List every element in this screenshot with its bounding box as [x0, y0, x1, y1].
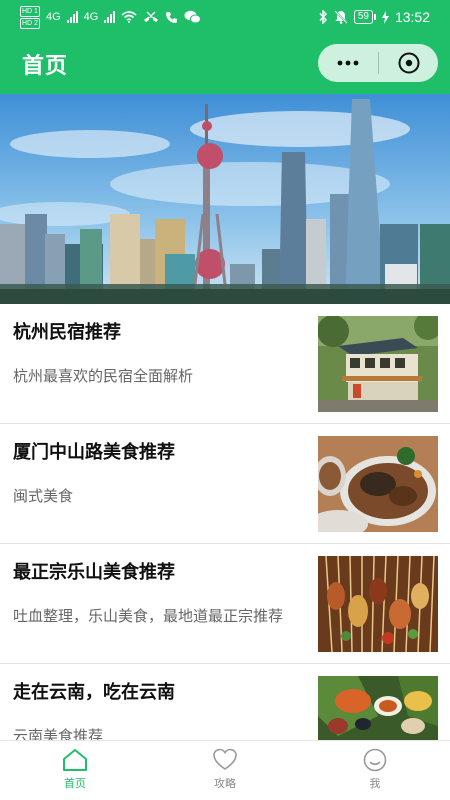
tab-label: 首页: [64, 778, 86, 790]
article-desc: 闽式美食: [13, 488, 74, 505]
signal-icon: [66, 11, 78, 23]
hd-indicator: HD 1 HD 2: [20, 5, 40, 29]
guesthouse-image: [318, 316, 438, 412]
article-title: 厦门中山路美食推荐: [13, 442, 175, 462]
status-right: 59 13:52: [318, 6, 430, 28]
tab-home[interactable]: 首页: [0, 741, 150, 800]
battery-indicator: 59: [353, 10, 376, 24]
yunnan-feast-image: [318, 676, 438, 740]
miniprogram-capsule: [318, 44, 438, 82]
article-desc: 云南美食推荐: [13, 728, 104, 740]
article-list: 杭州民宿推荐 杭州最喜欢的民宿全面解析 厦门中山路美食推荐 闽式美食 最正宗乐山…: [0, 304, 450, 740]
bluetooth-icon: [319, 10, 327, 24]
network-label-2: 4G: [83, 11, 99, 23]
article-title: 最正宗乐山美食推荐: [13, 562, 175, 582]
missed-call-icon: [144, 11, 159, 22]
article-item[interactable]: 最正宗乐山美食推荐 吐血整理，乐山美食，最地道最正宗推荐: [0, 544, 450, 664]
smile-icon: [363, 748, 387, 772]
article-desc: 吐血整理，乐山美食，最地道最正宗推荐: [13, 608, 284, 625]
article-thumbnail: [318, 436, 438, 532]
clock: 13:52: [394, 9, 430, 25]
article-thumbnail: [318, 556, 438, 652]
home-icon: [63, 749, 87, 771]
hd-top-label: HD 1: [20, 5, 40, 17]
more-dots-icon: [337, 60, 359, 66]
skewers-image: [318, 556, 438, 652]
close-circle-icon: [398, 52, 419, 74]
article-title: 走在云南，吃在云南: [13, 682, 175, 702]
tab-label: 攻略: [214, 778, 236, 790]
close-button[interactable]: [379, 44, 438, 82]
nav-bar: 首页: [0, 34, 450, 94]
tab-me[interactable]: 我: [300, 741, 450, 800]
page-title: 首页: [22, 53, 69, 78]
banner-image[interactable]: [0, 94, 450, 304]
heart-icon: [213, 748, 237, 770]
tab-label: 我: [369, 778, 381, 790]
article-desc: 杭州最喜欢的民宿全面解析: [13, 368, 194, 385]
network-label-1: 4G: [45, 11, 61, 23]
seafood-dish-image: [318, 436, 438, 532]
charging-icon: [381, 10, 389, 24]
battery-level: 59: [353, 10, 373, 24]
tab-guides[interactable]: 攻略: [150, 741, 300, 800]
article-item[interactable]: 杭州民宿推荐 杭州最喜欢的民宿全面解析: [0, 304, 450, 424]
wifi-icon: [121, 11, 137, 23]
article-thumbnail: [318, 316, 438, 412]
tab-bar: 首页 攻略 我: [0, 740, 450, 800]
wechat-icon: [184, 10, 202, 24]
phone-icon: [166, 11, 178, 23]
article-item[interactable]: 厦门中山路美食推荐 闽式美食: [0, 424, 450, 544]
status-bar: HD 1 HD 2 4G 4G 59 13:52: [0, 0, 450, 34]
article-title: 杭州民宿推荐: [13, 322, 121, 342]
article-thumbnail: [318, 676, 438, 740]
status-left: HD 1 HD 2 4G 4G: [20, 4, 202, 30]
shanghai-skyline-image: [0, 94, 450, 304]
signal-icon-2: [104, 11, 116, 23]
article-item[interactable]: 走在云南，吃在云南 云南美食推荐: [0, 664, 450, 740]
hd-bottom-label: HD 2: [20, 17, 40, 29]
more-button[interactable]: [318, 44, 378, 82]
mute-icon: [334, 10, 348, 24]
